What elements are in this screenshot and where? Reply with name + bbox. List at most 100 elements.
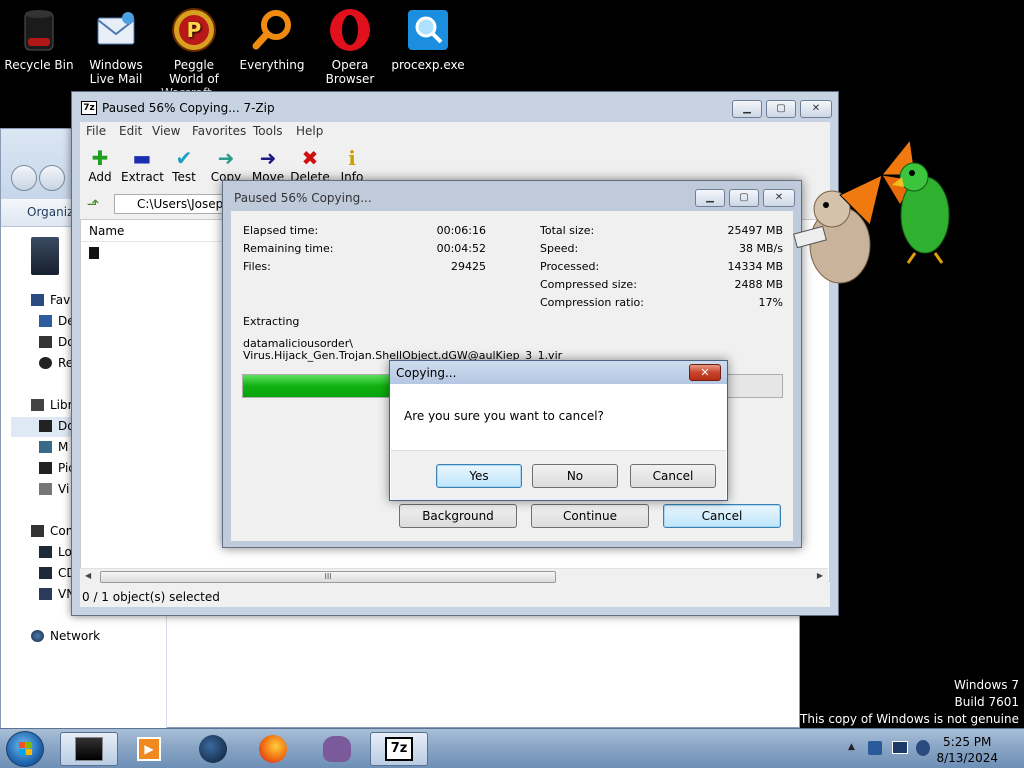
total-size-label: Total size: [540, 224, 595, 237]
yes-button[interactable]: Yes [436, 464, 522, 488]
windows-logo-icon [19, 742, 32, 755]
network-icon [31, 630, 44, 642]
progress-cancel-button[interactable]: Cancel [663, 504, 781, 528]
volume-icon[interactable] [916, 740, 930, 756]
confirm-button-bar: Yes No Cancel [391, 450, 726, 500]
processed-value: 14334 MB [727, 260, 783, 273]
progress-maximize-button[interactable]: ▢ [729, 189, 759, 207]
taskbar-app-7zip[interactable]: 7z [370, 732, 428, 766]
favorites-icon [31, 294, 44, 306]
elapsed-time-label: Elapsed time: [243, 224, 319, 237]
taskbar: ▶ 7z ▲ 5:25 PM 8/13/2024 [0, 728, 1024, 768]
confirm-titlebar[interactable]: Copying... ✕ [390, 361, 727, 384]
7zip-app-icon: 7z [81, 101, 97, 115]
remaining-time-label: Remaining time: [243, 242, 334, 255]
scroll-thumb[interactable]: III [100, 571, 556, 583]
nav-favorites-item[interactable]: Do [39, 335, 75, 349]
continue-button[interactable]: Continue [531, 504, 649, 528]
desktop-icon-windows-live-mail[interactable]: Windows Live Mail [77, 6, 155, 86]
mail-icon [92, 6, 140, 54]
network-drive-icon [39, 588, 52, 600]
network-tray-icon[interactable] [892, 741, 908, 754]
add-button[interactable]: ✚ Add [79, 146, 121, 184]
libraries-icon [31, 399, 44, 411]
move-button[interactable]: ➜ Move [247, 146, 289, 184]
nav-computer-item[interactable]: VN [39, 587, 75, 601]
music-icon [39, 441, 52, 453]
nav-libraries-item[interactable]: Vi [39, 482, 69, 496]
menu-view[interactable]: View [152, 124, 180, 138]
desktop-buddy-characters [790, 135, 960, 290]
parrot-character-icon [892, 162, 950, 264]
system-tray: ▲ 5:25 PM 8/13/2024 [824, 729, 1024, 768]
speed-label: Speed: [540, 242, 579, 255]
7zip-titlebar[interactable]: 7z Paused 56% Copying... 7-Zip ▁ ▢ ✕ [72, 92, 838, 122]
pictures-icon [39, 462, 52, 474]
files-value: 29425 [451, 260, 486, 273]
nav-computer-item[interactable]: Lo [39, 545, 72, 559]
column-header-name[interactable]: Name [81, 220, 226, 242]
menu-tools[interactable]: Tools [253, 124, 283, 138]
move-icon: ➜ [259, 146, 277, 170]
taskbar-app-gimp[interactable] [308, 732, 366, 766]
compression-ratio-value: 17% [758, 296, 783, 309]
documents-icon [39, 420, 52, 432]
total-size-value: 25497 MB [727, 224, 783, 237]
gimp-icon [323, 736, 351, 762]
folder-up-icon[interactable]: ⬏ [84, 195, 102, 213]
action-center-icon[interactable] [868, 741, 882, 755]
taskbar-app-firefox[interactable] [244, 732, 302, 766]
list-item[interactable] [89, 247, 99, 262]
progress-minimize-button[interactable]: ▁ [695, 189, 725, 207]
copy-button[interactable]: ➜ Copy [205, 146, 247, 184]
back-button[interactable] [11, 165, 37, 191]
window-title: Paused 56% Copying... 7-Zip [102, 101, 275, 115]
close-button[interactable]: ✕ [800, 100, 832, 118]
info-button[interactable]: i Info [331, 146, 373, 184]
menu-favorites[interactable]: Favorites [192, 124, 246, 138]
taskbar-app-terminal[interactable] [60, 732, 118, 766]
forward-button[interactable] [39, 165, 65, 191]
nav-libraries-item[interactable]: M [39, 440, 68, 454]
background-button[interactable]: Background [399, 504, 517, 528]
menu-help[interactable]: Help [296, 124, 323, 138]
confirm-cancel-button[interactable]: Cancel [630, 464, 716, 488]
browser-globe-icon [199, 735, 227, 763]
compression-ratio-label: Compression ratio: [540, 296, 644, 309]
no-button[interactable]: No [532, 464, 618, 488]
confirm-title: Copying... [396, 366, 457, 380]
desktop-icon-opera[interactable]: Opera Browser [311, 6, 389, 86]
show-hidden-icons-icon[interactable]: ▲ [848, 742, 855, 752]
scroll-left-icon[interactable]: ◀ [85, 571, 91, 580]
desktop-icon-everything[interactable]: Everything [233, 6, 311, 72]
7zip-icon: 7z [385, 737, 413, 761]
menu-file[interactable]: File [86, 124, 106, 138]
extract-button[interactable]: ▬ Extract [121, 146, 164, 184]
desktop-icon-recycle-bin[interactable]: Recycle Bin [0, 6, 78, 72]
nav-favorites-item[interactable]: Re [39, 356, 73, 370]
minimize-button[interactable]: ▁ [732, 100, 762, 118]
confirm-close-button[interactable]: ✕ [689, 364, 721, 381]
delete-button[interactable]: ✖ Delete [289, 146, 331, 184]
menu-edit[interactable]: Edit [119, 124, 142, 138]
compressed-size-label: Compressed size: [540, 278, 637, 291]
files-label: Files: [243, 260, 271, 273]
opera-icon [326, 6, 374, 54]
desktop-icon-peggle[interactable]: P Peggle World of Warcraft ... [155, 6, 233, 100]
progress-dialog-title: Paused 56% Copying... [234, 191, 372, 205]
scroll-right-icon[interactable]: ▶ [817, 571, 823, 580]
horizontal-scrollbar[interactable]: ◀ III ▶ [80, 568, 828, 584]
compressed-size-value: 2488 MB [734, 278, 783, 291]
operation-label: Extracting [243, 315, 300, 328]
nav-libraries-item[interactable]: Pic [39, 461, 75, 475]
start-button[interactable] [6, 731, 44, 767]
nav-network[interactable]: Network [31, 629, 100, 643]
nav-favorites-item[interactable]: De [39, 314, 75, 328]
clock[interactable]: 5:25 PM 8/13/2024 [936, 734, 998, 766]
taskbar-app-media-player[interactable]: ▶ [120, 732, 178, 766]
desktop-icon-procexp[interactable]: procexp.exe [389, 6, 467, 72]
media-player-icon: ▶ [137, 737, 161, 761]
taskbar-app-browser[interactable] [184, 732, 242, 766]
maximize-button[interactable]: ▢ [766, 100, 796, 118]
test-button[interactable]: ✔ Test [163, 146, 205, 184]
